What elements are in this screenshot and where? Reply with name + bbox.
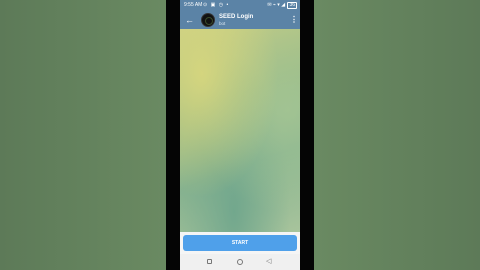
more-options-icon[interactable]: ⋮	[290, 14, 298, 26]
phone-bezel-left	[166, 0, 180, 270]
status-bar: 9:55 AM ⊙ ▣ ◷ • ✉ ⌁ ▾ ◢ 36	[180, 0, 300, 11]
system-icons: ✉ ⌁ ▾ ◢ 36	[267, 0, 297, 11]
bot-start-panel: START	[180, 232, 300, 254]
status-time: 9:55 AM	[184, 2, 203, 8]
notification-icons: ⊙ ▣ ◷ •	[203, 2, 230, 8]
bot-avatar[interactable]	[201, 13, 215, 27]
system-navigation-bar: ◁	[180, 254, 300, 270]
chat-title[interactable]: SEED Login	[219, 14, 253, 20]
battery-icon: 36	[287, 2, 297, 9]
phone-bezel-right	[300, 0, 314, 270]
back-arrow-icon[interactable]: ←	[184, 14, 195, 26]
phone-screen: 9:55 AM ⊙ ▣ ◷ • ✉ ⌁ ▾ ◢ 36 ← SEED Login …	[180, 0, 300, 270]
chat-status: bot	[219, 21, 226, 26]
chat-messages-area[interactable]	[180, 29, 300, 232]
nav-back-icon[interactable]: ◁	[266, 256, 271, 267]
blurred-backdrop-right	[314, 0, 480, 270]
home-icon[interactable]	[237, 258, 243, 265]
blurred-backdrop-left	[0, 0, 166, 270]
recents-icon[interactable]	[207, 259, 212, 264]
avatar-logo-icon	[205, 17, 213, 25]
start-button[interactable]: START	[183, 235, 297, 251]
signal-icons: ✉ ⌁ ▾ ◢	[267, 2, 286, 8]
chat-header: ← SEED Login bot ⋮	[180, 11, 300, 29]
